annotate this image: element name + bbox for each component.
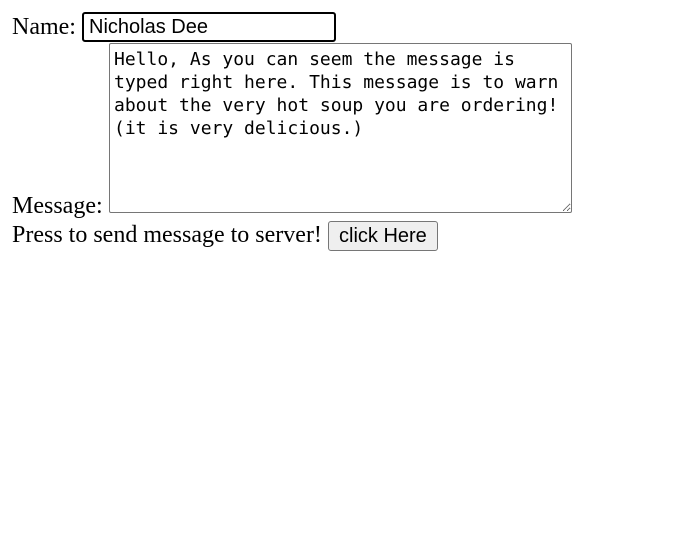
message-label: Message:	[12, 193, 103, 219]
message-row: Message:	[12, 192, 103, 220]
name-input[interactable]	[82, 12, 336, 42]
send-row: Press to send message to server!	[12, 221, 322, 249]
name-label: Name:	[12, 14, 76, 40]
submit-button[interactable]: click Here	[328, 221, 438, 251]
message-textarea[interactable]: Hello, As you can seem the message is ty…	[109, 43, 572, 213]
name-row: Name:	[12, 12, 76, 42]
send-instruction-label: Press to send message to server!	[12, 222, 322, 248]
